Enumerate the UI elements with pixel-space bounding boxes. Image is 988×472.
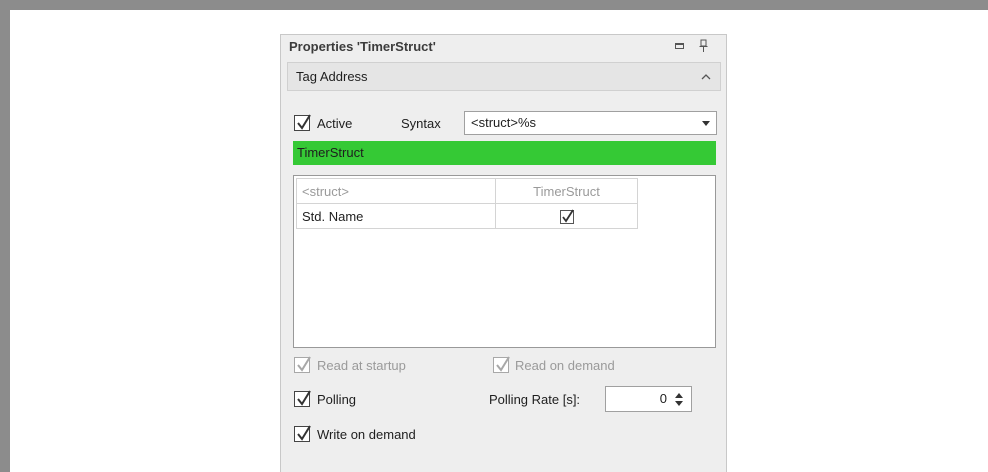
polling-rate-stepper[interactable]: 0: [605, 386, 692, 412]
polling-rate-label: Polling Rate [s]:: [489, 392, 581, 407]
read-on-demand-checkbox[interactable]: [493, 356, 510, 373]
column-header: <struct>: [296, 178, 496, 204]
row-name: Std. Name: [296, 203, 496, 229]
properties-panel: Properties 'TimerStruct' Tag Address Act…: [280, 34, 727, 472]
chevron-up-icon: [701, 74, 711, 80]
polling-checkbox[interactable]: [294, 390, 311, 407]
spin-down-icon[interactable]: [675, 401, 683, 406]
column-header: TimerStruct: [495, 178, 638, 204]
row-checkbox[interactable]: [559, 209, 574, 224]
maximize-icon[interactable]: [671, 38, 687, 54]
read-at-startup-checkbox[interactable]: [294, 356, 311, 373]
table-header-row: <struct> TimerStruct: [296, 178, 638, 204]
active-label: Active: [317, 116, 353, 131]
panel-title: Properties 'TimerStruct': [289, 39, 436, 54]
section-label: Tag Address: [296, 69, 368, 84]
struct-table: <struct> TimerStruct Std. Name: [296, 178, 638, 229]
window-frame-left: [0, 0, 10, 472]
syntax-label: Syntax: [401, 116, 441, 131]
active-checkbox[interactable]: [294, 114, 311, 131]
panel-title-bar: Properties 'TimerStruct': [281, 35, 726, 58]
syntax-dropdown[interactable]: <struct>%s: [464, 111, 717, 135]
window-frame-top: [0, 0, 988, 10]
resolved-address-bar: TimerStruct: [293, 141, 716, 165]
write-on-demand-checkbox[interactable]: [294, 425, 311, 442]
dropdown-arrow-icon: [702, 121, 710, 126]
syntax-value: <struct>%s: [471, 115, 537, 130]
spin-up-icon[interactable]: [675, 393, 683, 398]
tag-address-section-header[interactable]: Tag Address: [287, 62, 721, 91]
polling-rate-value: 0: [659, 391, 667, 406]
write-on-demand-label: Write on demand: [317, 427, 416, 442]
read-on-demand-label: Read on demand: [515, 358, 615, 373]
table-row[interactable]: Std. Name: [296, 203, 638, 229]
struct-grid[interactable]: <struct> TimerStruct Std. Name: [293, 175, 716, 348]
row-checkbox-cell[interactable]: [495, 203, 638, 229]
pin-icon[interactable]: [695, 38, 711, 54]
resolved-address-text: TimerStruct: [297, 145, 364, 160]
read-at-startup-label: Read at startup: [317, 358, 406, 373]
polling-label: Polling: [317, 392, 357, 407]
